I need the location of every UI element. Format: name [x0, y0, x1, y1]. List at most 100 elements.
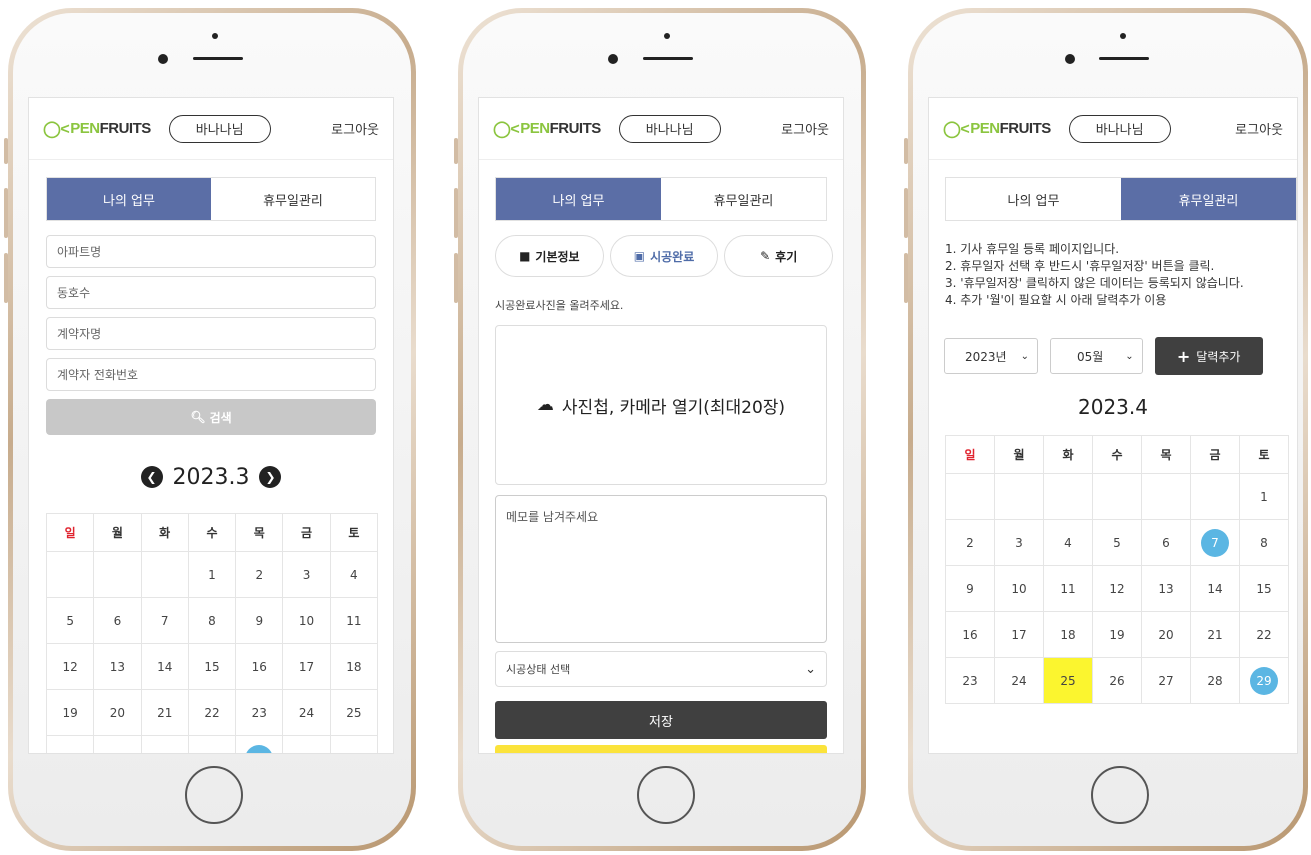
calendar-day-cell[interactable]: 6 [1141, 519, 1191, 566]
month-select[interactable]: 05월 ⌄ [1049, 338, 1143, 374]
calendar-day-cell[interactable]: 16 [235, 643, 284, 690]
calendar-day-cell[interactable]: 11 [329, 597, 379, 644]
calendar-day-cell[interactable]: 17 [282, 643, 331, 690]
memo-textarea[interactable]: 메모를 남겨주세요 [495, 495, 827, 643]
prev-month-icon[interactable]: ❮ [140, 466, 163, 488]
status-select[interactable]: 시공상태 선택 ⌄ [495, 651, 827, 687]
calendar-day-cell[interactable]: 3 [994, 519, 1044, 566]
side-button [454, 253, 458, 303]
contractor-input[interactable]: 계약자명 [46, 317, 376, 350]
calendar-day-cell[interactable]: 1 [1239, 473, 1289, 520]
calendar-day-cell[interactable]: 2 [235, 551, 284, 598]
calendar-day-cell[interactable]: 7 [1190, 519, 1240, 566]
calendar-day-cell[interactable]: 7 [140, 597, 189, 644]
calendar-day-cell[interactable]: 22 [1239, 611, 1289, 658]
add-calendar-button[interactable]: + 달력추가 [1154, 337, 1263, 375]
calendar-day-cell[interactable]: 15 [187, 643, 237, 690]
calendar-day-cell[interactable]: 24 [282, 689, 331, 736]
calendar-day-cell[interactable]: 5 [1092, 519, 1142, 566]
calendar-day-cell[interactable]: 10 [994, 565, 1044, 612]
calendar-day-cell[interactable]: 28 [140, 735, 189, 753]
user-name-button[interactable]: 바나나님 [1068, 114, 1171, 143]
calendar-day-cell[interactable]: 23 [945, 657, 995, 704]
tab-my-work[interactable]: 나의 업무 [946, 178, 1121, 220]
calendar-day-cell[interactable]: 26 [45, 735, 95, 753]
next-month-icon[interactable]: ❯ [259, 466, 282, 488]
calendar-day-cell[interactable]: 2 [945, 519, 995, 566]
calendar-day-cell[interactable]: 24 [994, 657, 1044, 704]
calendar-day-cell[interactable]: 8 [187, 597, 237, 644]
apartment-input[interactable]: 아파트명 [46, 235, 376, 268]
calendar-day-cell[interactable]: 13 [1141, 565, 1191, 612]
calendar-day-cell[interactable]: 19 [1092, 611, 1142, 658]
calendar-day-cell[interactable]: 12 [1092, 565, 1142, 612]
calendar-day-cell[interactable]: 3 [282, 551, 331, 598]
unit-input[interactable]: 동호수 [46, 276, 376, 309]
tab-holiday[interactable]: 휴무일관리 [211, 178, 375, 220]
calendar-day-cell[interactable]: 25 [329, 689, 379, 736]
calendar-day-cell[interactable]: 17 [994, 611, 1044, 658]
calendar-day-cell[interactable]: 8 [1239, 519, 1289, 566]
contractor-phone-input[interactable]: 계약자 전화번호 [46, 358, 376, 391]
home-button[interactable] [185, 766, 243, 824]
brand-logo[interactable]: ◯< PEN FRUITS [43, 119, 151, 139]
brand-logo[interactable]: ◯< PEN FRUITS [943, 119, 1051, 139]
photo-upload-area[interactable]: ☁ 사진첩, 카메라 열기(최대20장) [495, 325, 827, 485]
calendar-day-cell[interactable]: 6 [93, 597, 142, 644]
calendar-day-cell[interactable]: 9 [235, 597, 284, 644]
calendar-day-cell[interactable]: 16 [945, 611, 995, 658]
calendar-day-cell[interactable]: 28 [1190, 657, 1240, 704]
user-name-button[interactable]: 바나나님 [618, 114, 721, 143]
complete-button[interactable]: ▣ 시공완료 [609, 235, 719, 277]
home-button[interactable] [1091, 766, 1149, 824]
tab-holiday[interactable]: 휴무일관리 [1121, 178, 1296, 220]
calendar-day-cell[interactable]: 20 [93, 689, 142, 736]
logout-link[interactable]: 로그아웃 [331, 119, 379, 138]
calendar-day-cell[interactable]: 29 [187, 735, 237, 753]
calendar-day-cell[interactable]: 10 [282, 597, 331, 644]
calendar-day-cell[interactable]: 27 [93, 735, 142, 753]
calendar-day-cell[interactable]: 13 [93, 643, 142, 690]
calendar-day-cell[interactable]: 12 [45, 643, 95, 690]
calendar-day-cell[interactable]: 18 [329, 643, 379, 690]
calendar-day-cell[interactable]: 5 [45, 597, 95, 644]
calendar-day-cell[interactable]: 21 [1190, 611, 1240, 658]
basic-info-button[interactable]: ■ 기본정보 [495, 235, 604, 277]
calendar-day-cell[interactable]: 26 [1092, 657, 1142, 704]
calendar-day-cell[interactable]: 21 [140, 689, 189, 736]
calendar-day-cell[interactable]: 30 [235, 735, 284, 753]
calendar-day-cell[interactable]: 1 [187, 551, 237, 598]
calendar-day-cell[interactable]: 27 [1141, 657, 1191, 704]
weekday-header: 목 [1141, 435, 1191, 474]
calendar-day-cell[interactable]: 14 [1190, 565, 1240, 612]
yellow-action-button[interactable] [495, 745, 827, 753]
calendar-day-cell[interactable]: 15 [1239, 565, 1289, 612]
home-button[interactable] [637, 766, 695, 824]
calendar-day-cell[interactable]: 29 [1239, 657, 1289, 704]
calendar-day-cell[interactable]: 9 [945, 565, 995, 612]
tab-holiday[interactable]: 휴무일관리 [661, 178, 826, 220]
review-button[interactable]: ✎ 후기 [724, 235, 834, 277]
calendar-week-row: 9 10 11 12 13 14 15 [945, 565, 1289, 612]
calendar-day-cell[interactable]: 23 [235, 689, 284, 736]
calendar-day-cell[interactable]: 20 [1141, 611, 1191, 658]
calendar-day-cell[interactable]: 11 [1043, 565, 1093, 612]
calendar-day-cell[interactable]: 4 [329, 551, 379, 598]
calendar-day-cell[interactable]: 14 [140, 643, 189, 690]
calendar-day-cell[interactable]: 25 [1043, 657, 1093, 704]
year-select[interactable]: 2023년 ⌄ [944, 338, 1038, 374]
calendar-day-cell[interactable]: 18 [1043, 611, 1093, 658]
save-button[interactable]: 저장 [495, 701, 827, 739]
calendar-day-cell[interactable]: 4 [1043, 519, 1093, 566]
calendar-day-cell[interactable]: 22 [187, 689, 237, 736]
tab-my-work[interactable]: 나의 업무 [47, 178, 211, 220]
brand-logo[interactable]: ◯< PEN FRUITS [493, 119, 601, 139]
search-button[interactable]: 🔍︎ 검색 [46, 399, 376, 435]
calendar-day-cell[interactable]: 19 [45, 689, 95, 736]
logout-link[interactable]: 로그아웃 [781, 119, 829, 138]
logout-link[interactable]: 로그아웃 [1235, 119, 1283, 138]
calendar-day-cell[interactable]: 31 [282, 735, 331, 753]
tab-bar: 나의 업무 휴무일관리 [945, 177, 1297, 221]
user-name-button[interactable]: 바나나님 [168, 114, 271, 143]
tab-my-work[interactable]: 나의 업무 [496, 178, 661, 220]
